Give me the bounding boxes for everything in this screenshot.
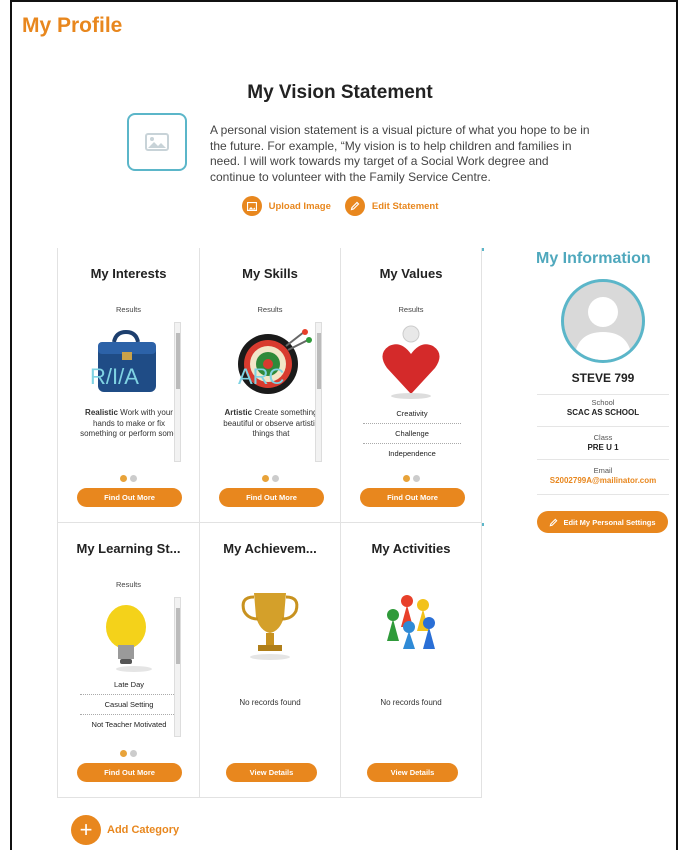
- page-dot[interactable]: [130, 475, 137, 482]
- email-label: Email: [593, 466, 613, 475]
- school-label: School: [591, 398, 615, 407]
- values-list: Creativity Challenge Independence: [363, 404, 461, 463]
- class-label: Class: [593, 433, 613, 442]
- briefcase-icon: R/I/A: [86, 324, 172, 399]
- divider: [537, 394, 669, 395]
- empty-message: No records found: [239, 698, 301, 707]
- card-results-label: Results: [257, 305, 283, 314]
- list-item: Late Day: [80, 675, 178, 695]
- settings-label: Edit My Personal Settings: [563, 517, 656, 527]
- card-achievements: My Achievem... No records found View Det…: [199, 523, 341, 798]
- dartboard-icon: ARC: [228, 324, 314, 399]
- card-activities: My Activities No records found View Deta…: [340, 523, 482, 798]
- pagination-dots: [341, 475, 481, 482]
- add-category-button[interactable]: + Add Category: [71, 815, 179, 845]
- list-item: Casual Setting: [80, 695, 178, 715]
- list-item: Challenge: [363, 424, 461, 444]
- page-dot[interactable]: [402, 475, 410, 482]
- edit-personal-settings-button[interactable]: Edit My Personal Settings: [537, 511, 668, 533]
- card-results-label: Results: [398, 305, 424, 314]
- add-category-label: Add Category: [107, 824, 180, 836]
- image-icon: [241, 196, 262, 216]
- edit-statement-label: Edit Statement: [371, 200, 439, 212]
- pagination-dots: [58, 475, 199, 482]
- page-title: My Profile: [22, 14, 123, 37]
- empty-message: No records found: [380, 698, 442, 707]
- description-term: Realistic: [85, 408, 118, 417]
- heart-figure-icon: [369, 324, 455, 399]
- card-learning-style: My Learning St... Results Late Day Casua…: [57, 523, 200, 798]
- image-icon: [145, 133, 169, 151]
- page-dot[interactable]: [412, 475, 420, 482]
- page-dot[interactable]: [130, 750, 137, 757]
- card-values: My Values Results Creativity Challenge I…: [340, 248, 482, 523]
- page-dot[interactable]: [120, 750, 127, 757]
- find-out-more-button[interactable]: Find Out More: [219, 488, 324, 507]
- vision-image-placeholder: [127, 113, 187, 171]
- divider: [537, 459, 669, 460]
- list-item: Creativity: [363, 404, 461, 424]
- page-dot[interactable]: [261, 475, 269, 482]
- avatar: [561, 279, 645, 363]
- info-class: Class PRE U 1: [537, 433, 669, 452]
- school-value: SCAC AS SCHOOL: [566, 408, 640, 417]
- scrollbar[interactable]: [315, 322, 322, 462]
- vision-text: A personal vision statement is a visual …: [210, 123, 590, 184]
- pencil-icon: [550, 518, 558, 526]
- interests-code: R/I/A: [90, 364, 139, 389]
- card-description: Realistic Work with your hands to make o…: [78, 408, 180, 463]
- info-school: School SCAC AS SCHOOL: [537, 398, 669, 417]
- email-value[interactable]: S2002799A@mailinator.com: [537, 476, 669, 485]
- page-dot[interactable]: [120, 475, 127, 482]
- upload-image-button[interactable]: Upload Image: [241, 196, 331, 216]
- card-title: My Skills: [242, 266, 298, 281]
- divider: [537, 426, 669, 427]
- card-title: My Learning St...: [76, 541, 181, 556]
- card-description: Artistic Create something beautiful or o…: [220, 408, 322, 463]
- pencil-icon: [344, 196, 365, 216]
- scrollbar[interactable]: [174, 322, 181, 462]
- card-title: My Achievem...: [223, 541, 317, 556]
- game-pieces-icon: [369, 587, 455, 662]
- trophy-icon: [228, 587, 314, 662]
- scrollbar[interactable]: [174, 597, 181, 737]
- card-skills: My Skills Results ARC Artistic Create so…: [199, 248, 341, 523]
- learning-list: Late Day Casual Setting Not Teacher Moti…: [80, 675, 178, 734]
- student-name: STEVE 799: [571, 371, 635, 385]
- card-results-label: Results: [115, 580, 141, 589]
- find-out-more-button[interactable]: Find Out More: [360, 488, 465, 507]
- plus-icon: +: [71, 815, 101, 845]
- description-term: Artistic: [224, 408, 253, 417]
- divider: [537, 494, 669, 495]
- page-dot[interactable]: [271, 475, 279, 482]
- view-details-button[interactable]: View Details: [226, 763, 317, 782]
- card-interests: My Interests Results R/I/A Realistic Wor…: [57, 248, 200, 523]
- lightbulb-icon: [86, 599, 172, 674]
- skills-code: ARC: [238, 364, 285, 389]
- category-row-2: My Learning St... Results Late Day Casua…: [57, 523, 484, 798]
- view-details-button[interactable]: View Details: [367, 763, 458, 782]
- upload-image-label: Upload Image: [268, 200, 331, 212]
- card-results-label: Results: [115, 305, 141, 314]
- pagination-dots: [58, 750, 199, 757]
- vision-title: My Vision Statement: [247, 82, 433, 103]
- list-item: Independence: [388, 449, 436, 458]
- list-item: Not Teacher Motivated: [91, 720, 167, 729]
- class-value: PRE U 1: [587, 443, 619, 452]
- pagination-dots: [200, 475, 340, 482]
- category-row-1: My Interests Results R/I/A Realistic Wor…: [57, 248, 484, 523]
- edit-statement-button[interactable]: Edit Statement: [344, 196, 439, 216]
- card-title: My Activities: [371, 541, 451, 556]
- card-title: My Values: [379, 266, 443, 281]
- info-title: My Information: [536, 250, 651, 267]
- find-out-more-button[interactable]: Find Out More: [77, 763, 182, 782]
- category-grid: My Interests Results R/I/A Realistic Wor…: [57, 248, 484, 798]
- find-out-more-button[interactable]: Find Out More: [77, 488, 182, 507]
- user-icon: [574, 297, 632, 360]
- info-email: Email S2002799A@mailinator.com: [537, 466, 669, 485]
- card-title: My Interests: [90, 266, 167, 281]
